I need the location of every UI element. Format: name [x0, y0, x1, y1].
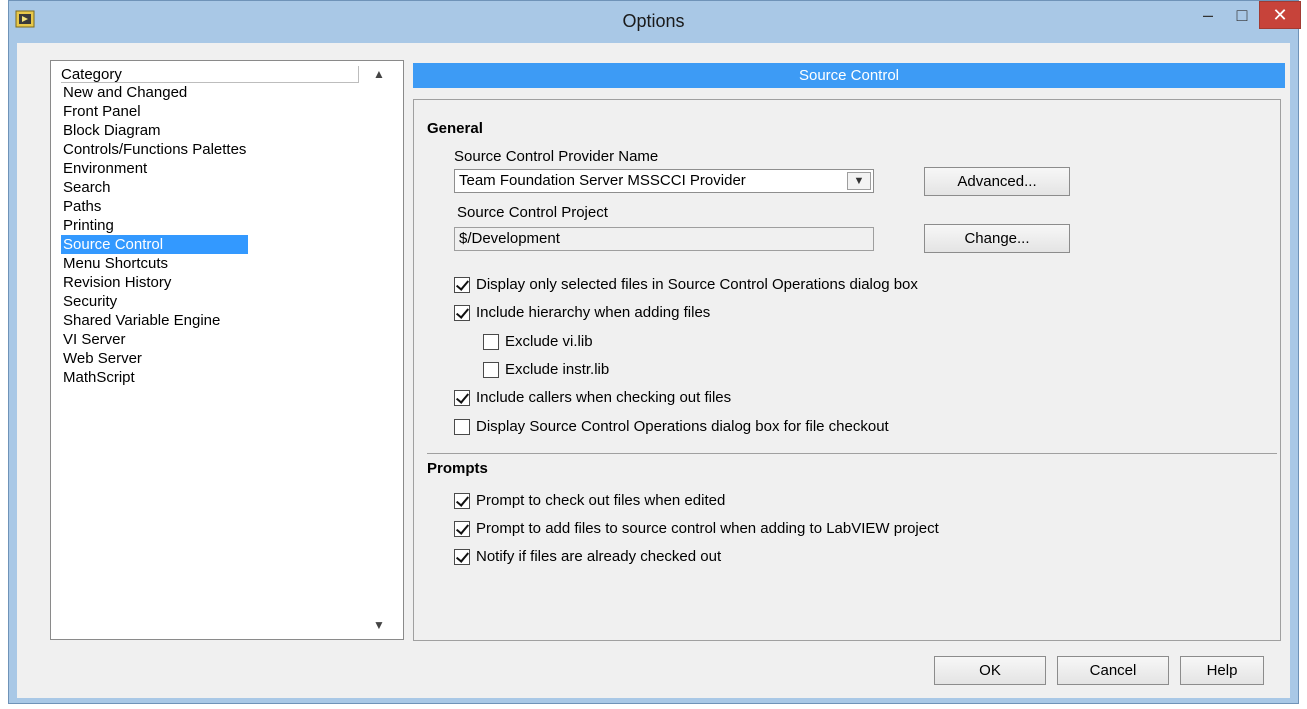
category-item-block-diagram[interactable]: Block Diagram — [61, 121, 248, 140]
category-item-printing[interactable]: Printing — [61, 216, 248, 235]
prompts-group-title: Prompts — [427, 460, 488, 477]
category-item-search[interactable]: Search — [61, 178, 248, 197]
checkbox-checked-icon — [454, 548, 470, 565]
provider-name-value: Team Foundation Server MSSCCI Provider — [459, 172, 746, 189]
category-item-source-control[interactable]: Source Control — [61, 235, 249, 254]
close-button[interactable]: ✕ — [1259, 1, 1301, 29]
checkbox-label: Exclude vi.lib — [505, 333, 593, 350]
category-item-vi-server[interactable]: VI Server — [61, 330, 248, 349]
category-item-controls-functions-palettes[interactable]: Controls/Functions Palettes — [61, 140, 248, 159]
advanced-button[interactable]: Advanced... — [924, 167, 1070, 196]
checkbox-unchecked-icon — [483, 333, 499, 350]
group-divider — [427, 453, 1277, 454]
checkbox-label: Notify if files are already checked out — [476, 548, 722, 565]
checkbox-label: Exclude instr.lib — [505, 361, 610, 378]
cancel-button[interactable]: Cancel — [1057, 656, 1169, 685]
category-item-menu-shortcuts[interactable]: Menu Shortcuts — [61, 254, 248, 273]
change-button[interactable]: Change... — [924, 224, 1070, 253]
category-item-mathscript[interactable]: MathScript — [61, 368, 248, 387]
section-header: Source Control — [413, 63, 1285, 88]
dialog-body: Category ▲ New and Changed Front Panel B… — [17, 43, 1290, 698]
chevron-down-icon[interactable]: ▼ — [847, 172, 871, 190]
category-items: New and Changed Front Panel Block Diagra… — [61, 83, 249, 387]
provider-name-label: Source Control Provider Name — [454, 148, 659, 165]
include-hierarchy-checkbox[interactable]: Include hierarchy when adding files — [454, 304, 710, 321]
options-window: Options – □ ✕ Category ▲ New and Changed… — [8, 0, 1301, 704]
checkbox-checked-icon — [454, 389, 470, 406]
checkbox-label: Include callers when checking out files — [476, 389, 732, 406]
prompt-check-out-checkbox[interactable]: Prompt to check out files when edited — [454, 492, 725, 509]
checkbox-unchecked-icon — [483, 361, 499, 378]
category-item-shared-variable-engine[interactable]: Shared Variable Engine — [61, 311, 248, 330]
category-item-new-and-changed[interactable]: New and Changed — [61, 83, 248, 102]
checkbox-checked-icon — [454, 276, 470, 293]
general-group-title: General — [427, 120, 483, 137]
prompt-add-files-checkbox[interactable]: Prompt to add files to source control wh… — [454, 520, 939, 537]
checkbox-checked-icon — [454, 492, 470, 509]
scroll-down-icon[interactable]: ▼ — [369, 616, 389, 634]
minimize-button[interactable]: – — [1191, 1, 1225, 29]
source-control-panel: General Source Control Provider Name Tea… — [413, 99, 1281, 641]
title-bar[interactable]: Options – □ ✕ — [9, 1, 1301, 43]
project-field: $/Development — [454, 227, 874, 251]
maximize-button[interactable]: □ — [1225, 1, 1259, 29]
category-header[interactable]: Category — [61, 66, 359, 83]
checkbox-label: Include hierarchy when adding files — [476, 304, 711, 321]
category-item-security[interactable]: Security — [61, 292, 248, 311]
include-callers-checkbox[interactable]: Include callers when checking out files — [454, 389, 731, 406]
category-item-front-panel[interactable]: Front Panel — [61, 102, 248, 121]
checkbox-label: Display Source Control Operations dialog… — [476, 418, 889, 435]
category-item-revision-history[interactable]: Revision History — [61, 273, 248, 292]
checkbox-checked-icon — [454, 520, 470, 537]
checkbox-checked-icon — [454, 304, 470, 321]
checkbox-unchecked-icon — [454, 418, 470, 435]
category-item-paths[interactable]: Paths — [61, 197, 248, 216]
exclude-instr-lib-checkbox[interactable]: Exclude instr.lib — [483, 361, 609, 378]
help-button[interactable]: Help — [1180, 656, 1264, 685]
category-item-web-server[interactable]: Web Server — [61, 349, 248, 368]
notify-checked-out-checkbox[interactable]: Notify if files are already checked out — [454, 548, 721, 565]
scroll-up-icon[interactable]: ▲ — [369, 65, 389, 83]
window-title: Options — [622, 11, 685, 31]
exclude-vi-lib-checkbox[interactable]: Exclude vi.lib — [483, 333, 593, 350]
category-list[interactable]: Category ▲ New and Changed Front Panel B… — [50, 60, 404, 640]
category-item-environment[interactable]: Environment — [61, 159, 248, 178]
display-selected-files-checkbox[interactable]: Display only selected files in Source Co… — [454, 276, 918, 293]
checkbox-label: Prompt to check out files when edited — [476, 492, 726, 509]
display-operations-dialog-checkbox[interactable]: Display Source Control Operations dialog… — [454, 418, 889, 435]
provider-name-select[interactable]: Team Foundation Server MSSCCI Provider ▼ — [454, 169, 874, 193]
checkbox-label: Prompt to add files to source control wh… — [476, 520, 939, 537]
checkbox-label: Display only selected files in Source Co… — [476, 276, 918, 293]
ok-button[interactable]: OK — [934, 656, 1046, 685]
project-label: Source Control Project — [457, 204, 608, 221]
